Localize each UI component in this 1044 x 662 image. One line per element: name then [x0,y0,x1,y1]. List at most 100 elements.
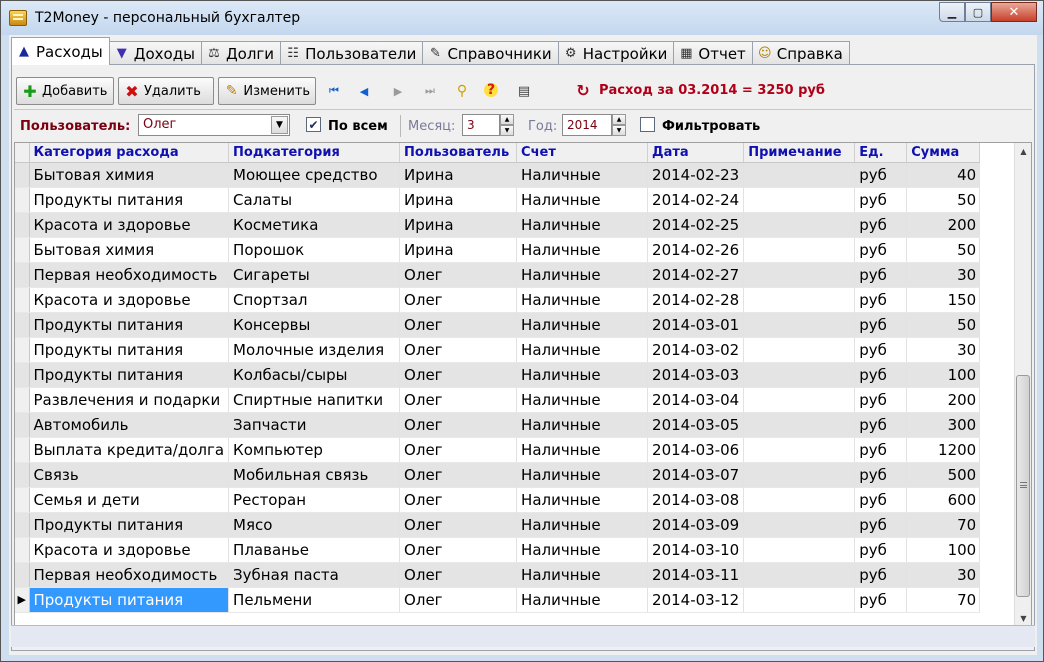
cell-account[interactable]: Наличные [516,462,649,488]
cell-user[interactable]: Олег [399,512,518,538]
cell-amount[interactable]: 40 [906,162,981,188]
table-row[interactable]: Продукты питания Колбасы/сыры Олег Наличные… [15,362,981,388]
spin-up-icon[interactable]: ▲ [500,114,514,125]
cell-note[interactable] [743,412,856,438]
filter-checkbox[interactable] [640,117,655,132]
cell-subcategory[interactable]: Запчасти [228,412,401,438]
cell-category[interactable]: Автомобиль [29,412,230,438]
cell-account[interactable]: Наличные [516,287,649,313]
cell-account[interactable]: Наличные [516,437,649,463]
cell-unit[interactable]: руб [854,362,908,388]
cell-amount[interactable]: 30 [906,562,981,588]
close-button[interactable]: ✕ [991,2,1037,22]
cell-amount[interactable]: 50 [906,312,981,338]
cell-account[interactable]: Наличные [516,312,649,338]
cell-user[interactable]: Олег [399,312,518,338]
cell-account[interactable]: Наличные [516,362,649,388]
maximize-button[interactable]: ▢ [965,2,991,22]
row-indicator[interactable] [15,437,30,463]
month-spinner[interactable]: ▲ ▼ [500,114,514,136]
cell-user[interactable]: Ирина [399,162,518,188]
refresh-icon[interactable]: ↻ [574,81,592,100]
cell-user[interactable]: Олег [399,437,518,463]
spin-up-icon[interactable]: ▲ [612,114,626,125]
cell-unit[interactable]: руб [854,537,908,563]
cell-amount[interactable]: 50 [906,237,981,263]
column-header-date[interactable]: Дата [647,143,745,163]
cell-unit[interactable]: руб [854,162,908,188]
cell-user[interactable]: Олег [399,387,518,413]
cell-subcategory[interactable]: Порошок [228,237,401,263]
cell-amount[interactable]: 30 [906,337,981,363]
cell-date[interactable]: 2014-02-23 [647,162,745,188]
cell-category[interactable]: Бытовая химия [29,162,230,188]
cell-user[interactable]: Олег [399,587,518,613]
cell-amount[interactable]: 1200 [906,437,981,463]
cell-user[interactable]: Ирина [399,187,518,213]
cell-account[interactable]: Наличные [516,237,649,263]
cell-note[interactable] [743,212,856,238]
cell-category[interactable]: Красота и здоровье [29,287,230,313]
cell-subcategory[interactable]: Мясо [228,512,401,538]
table-row[interactable]: Продукты питания Молочные изделия Олег Нали… [15,337,981,363]
cell-note[interactable] [743,312,856,338]
cell-user[interactable]: Олег [399,337,518,363]
cell-unit[interactable]: руб [854,387,908,413]
cell-date[interactable]: 2014-03-03 [647,362,745,388]
cell-account[interactable]: Наличные [516,587,649,613]
year-input[interactable]: 2014 [562,114,612,136]
cell-date[interactable]: 2014-03-01 [647,312,745,338]
cell-date[interactable]: 2014-02-26 [647,237,745,263]
cell-unit[interactable]: руб [854,312,908,338]
cell-unit[interactable]: руб [854,212,908,238]
minimize-button[interactable]: ▁ [939,2,965,22]
cell-category[interactable]: Бытовая химия [29,237,230,263]
cell-category[interactable]: Выплата кредита/долга [29,437,230,463]
cell-category[interactable]: Продукты питания [29,187,230,213]
cell-subcategory[interactable]: Ресторан [228,487,401,513]
row-indicator[interactable] [15,362,30,388]
cell-subcategory[interactable]: Колбасы/сыры [228,362,401,388]
row-indicator[interactable] [15,412,30,438]
cell-date[interactable]: 2014-03-11 [647,562,745,588]
row-indicator[interactable] [15,512,30,538]
cell-category[interactable]: Красота и здоровье [29,212,230,238]
month-input[interactable]: 3 [462,114,500,136]
cell-user[interactable]: Олег [399,537,518,563]
cell-amount[interactable]: 500 [906,462,981,488]
cell-category[interactable]: Связь [29,462,230,488]
cell-amount[interactable]: 200 [906,387,981,413]
table-row[interactable]: ▶ Продукты питания Пельмени Олег Наличные 201… [15,587,981,613]
cell-date[interactable]: 2014-03-02 [647,337,745,363]
cell-note[interactable] [743,587,856,613]
cell-category[interactable]: Первая необходимость [29,262,230,288]
cell-note[interactable] [743,437,856,463]
tab-users[interactable]: ☷ Пользователи [280,41,424,65]
cell-date[interactable]: 2014-03-09 [647,512,745,538]
table-row[interactable]: Продукты питания Салаты Ирина Наличные 2014-… [15,187,981,213]
cell-date[interactable]: 2014-03-07 [647,462,745,488]
cell-unit[interactable]: руб [854,462,908,488]
row-indicator[interactable] [15,337,30,363]
help-question-icon[interactable]: ? [484,82,498,98]
table-row[interactable]: Бытовая химия Порошок Ирина Наличные 2014-02… [15,237,981,263]
cell-user[interactable]: Ирина [399,212,518,238]
table-row[interactable]: Красота и здоровье Плаванье Олег Наличные 20… [15,537,981,563]
cell-account[interactable]: Наличные [516,187,649,213]
column-header-unit[interactable]: Ед. [854,143,908,163]
cell-date[interactable]: 2014-03-04 [647,387,745,413]
cell-note[interactable] [743,187,856,213]
cell-user[interactable]: Ирина [399,237,518,263]
table-row[interactable]: Бытовая химия Моющее средство Ирина Наличны… [15,162,981,188]
tab-debts[interactable]: ⚖ Долги [200,41,282,65]
column-header-amount[interactable]: Сумма [906,143,981,163]
table-row[interactable]: Красота и здоровье Спортзал Олег Наличные 20… [15,287,981,313]
cell-subcategory[interactable]: Косметика [228,212,401,238]
cell-note[interactable] [743,562,856,588]
cell-amount[interactable]: 100 [906,362,981,388]
scrollbar-thumb[interactable] [1016,375,1030,597]
year-spinner[interactable]: ▲ ▼ [612,114,626,136]
cell-date[interactable]: 2014-02-27 [647,262,745,288]
column-header-user[interactable]: Пользователь [399,143,518,163]
cell-note[interactable] [743,387,856,413]
